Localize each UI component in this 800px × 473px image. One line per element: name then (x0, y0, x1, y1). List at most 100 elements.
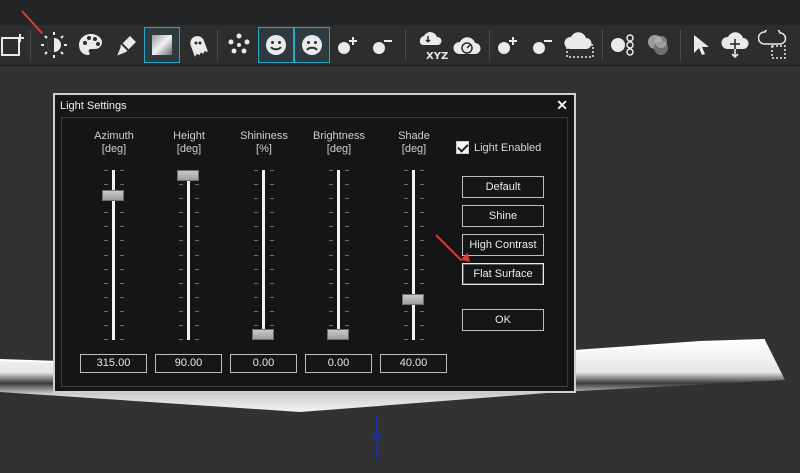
slider-tick (104, 325, 108, 326)
edit-button[interactable] (110, 27, 144, 63)
slider-tick (195, 269, 199, 270)
slider-tick (345, 212, 349, 213)
slider-tick (104, 297, 108, 298)
main-toolbar: XYZ (0, 0, 800, 66)
remove-cloud-point-button[interactable] (528, 27, 558, 63)
pointer-icon (694, 35, 709, 55)
toolbar-separator (30, 30, 31, 60)
toolbar-separator (680, 30, 681, 60)
slider-thumb[interactable] (102, 189, 124, 201)
slider-tick (254, 269, 258, 270)
cloud-move-button[interactable] (718, 27, 754, 63)
slider-value-field[interactable]: 315.00 (80, 354, 147, 373)
circles-button[interactable] (605, 27, 639, 63)
gradient-button[interactable] (144, 27, 180, 63)
slider-tick (329, 283, 333, 284)
slider-tick (254, 198, 258, 199)
flat-surface-button[interactable]: Flat Surface (462, 263, 544, 285)
slider-tick (179, 311, 183, 312)
slider-tick (404, 184, 408, 185)
slider-label-name: Shininess (240, 130, 288, 142)
points-button[interactable] (222, 27, 256, 63)
slider-tick (179, 269, 183, 270)
merge-button[interactable] (641, 27, 675, 63)
cloud-xyz-button[interactable]: XYZ (412, 27, 448, 63)
slider-tick (404, 339, 408, 340)
frown-button[interactable] (294, 27, 330, 63)
high-contrast-button[interactable]: High Contrast (462, 234, 544, 256)
slider-tick (104, 184, 108, 185)
default-button[interactable]: Default (462, 176, 544, 198)
add-cloud-point-button[interactable] (493, 27, 523, 63)
slider-value-field[interactable]: 0.00 (230, 354, 297, 373)
cloud-box-button[interactable] (756, 27, 792, 63)
light-enabled-checkbox[interactable] (456, 141, 469, 154)
add-point-button[interactable] (333, 27, 363, 63)
slider-tick (404, 255, 408, 256)
slider-tick (270, 269, 274, 270)
slider-tick (345, 255, 349, 256)
palette-button[interactable] (74, 27, 108, 63)
slider-tick (195, 198, 199, 199)
close-icon[interactable]: ✕ (556, 97, 568, 114)
toolbar-top-strip (0, 0, 800, 25)
toolbar-separator (602, 30, 603, 60)
slider-tick (270, 297, 274, 298)
slider-thumb[interactable] (177, 170, 199, 181)
slider-tick (345, 170, 349, 171)
slider-tick (104, 212, 108, 213)
slider-tick (254, 325, 258, 326)
slider-thumb[interactable] (327, 329, 349, 340)
slider-tick (270, 170, 274, 171)
slider-tick (120, 269, 124, 270)
slider-value-field[interactable]: 40.00 (380, 354, 447, 373)
slider-tick (270, 240, 274, 241)
slider-track[interactable] (187, 170, 190, 340)
slider-thumb[interactable] (402, 293, 424, 305)
slider-tick (254, 311, 258, 312)
slider-tick (345, 240, 349, 241)
remove-point-button[interactable] (368, 27, 398, 63)
slider-tick (345, 311, 349, 312)
slider-label: Shininess [%] (230, 130, 298, 156)
cloud-gauge-button[interactable] (450, 27, 484, 63)
slider-track[interactable] (412, 170, 415, 340)
smile-button[interactable] (258, 27, 294, 63)
pointer-button[interactable] (686, 27, 714, 63)
slider-tick (329, 198, 333, 199)
slider-label-name: Brightness (313, 130, 365, 142)
slider-tick (420, 311, 424, 312)
slider-label: Azimuth [deg] (80, 130, 148, 156)
slider-label-unit: [%] (256, 143, 272, 155)
slider-tick (270, 184, 274, 185)
slider-tick (329, 240, 333, 241)
slider-label-unit: [deg] (101, 143, 127, 155)
slider-tick (179, 226, 183, 227)
slider-tick (270, 311, 274, 312)
slider-track[interactable] (337, 170, 340, 340)
slider-value-field[interactable]: 90.00 (155, 354, 222, 373)
slider-label: Brightness [deg] (305, 130, 373, 156)
edit-icon (115, 36, 136, 57)
cloud-select-icon (564, 32, 594, 58)
slider-value-field[interactable]: 0.00 (305, 354, 372, 373)
slider-thumb[interactable] (252, 329, 274, 340)
slider-tick (120, 311, 124, 312)
slider-tick (420, 255, 424, 256)
slider-tick (120, 170, 124, 171)
ok-button[interactable]: OK (462, 309, 544, 331)
light-settings-dialog: Light Settings ✕ Azimuth [deg] 315.00 He… (53, 93, 576, 393)
slider-label-name: Azimuth (94, 130, 134, 142)
slider-tick (179, 325, 183, 326)
cloud-select-button[interactable] (562, 27, 598, 63)
new-window-button[interactable] (0, 27, 26, 63)
ghost-button[interactable] (182, 27, 214, 63)
slider-tick (254, 297, 258, 298)
slider-track[interactable] (262, 170, 265, 340)
slider-label-unit: [deg] (176, 143, 202, 155)
shine-button[interactable]: Shine (462, 205, 544, 227)
light-icon (41, 32, 67, 58)
slider-tick (345, 297, 349, 298)
light-enabled-checkbox-row[interactable]: Light Enabled (456, 141, 541, 154)
slider-tick (404, 269, 408, 270)
